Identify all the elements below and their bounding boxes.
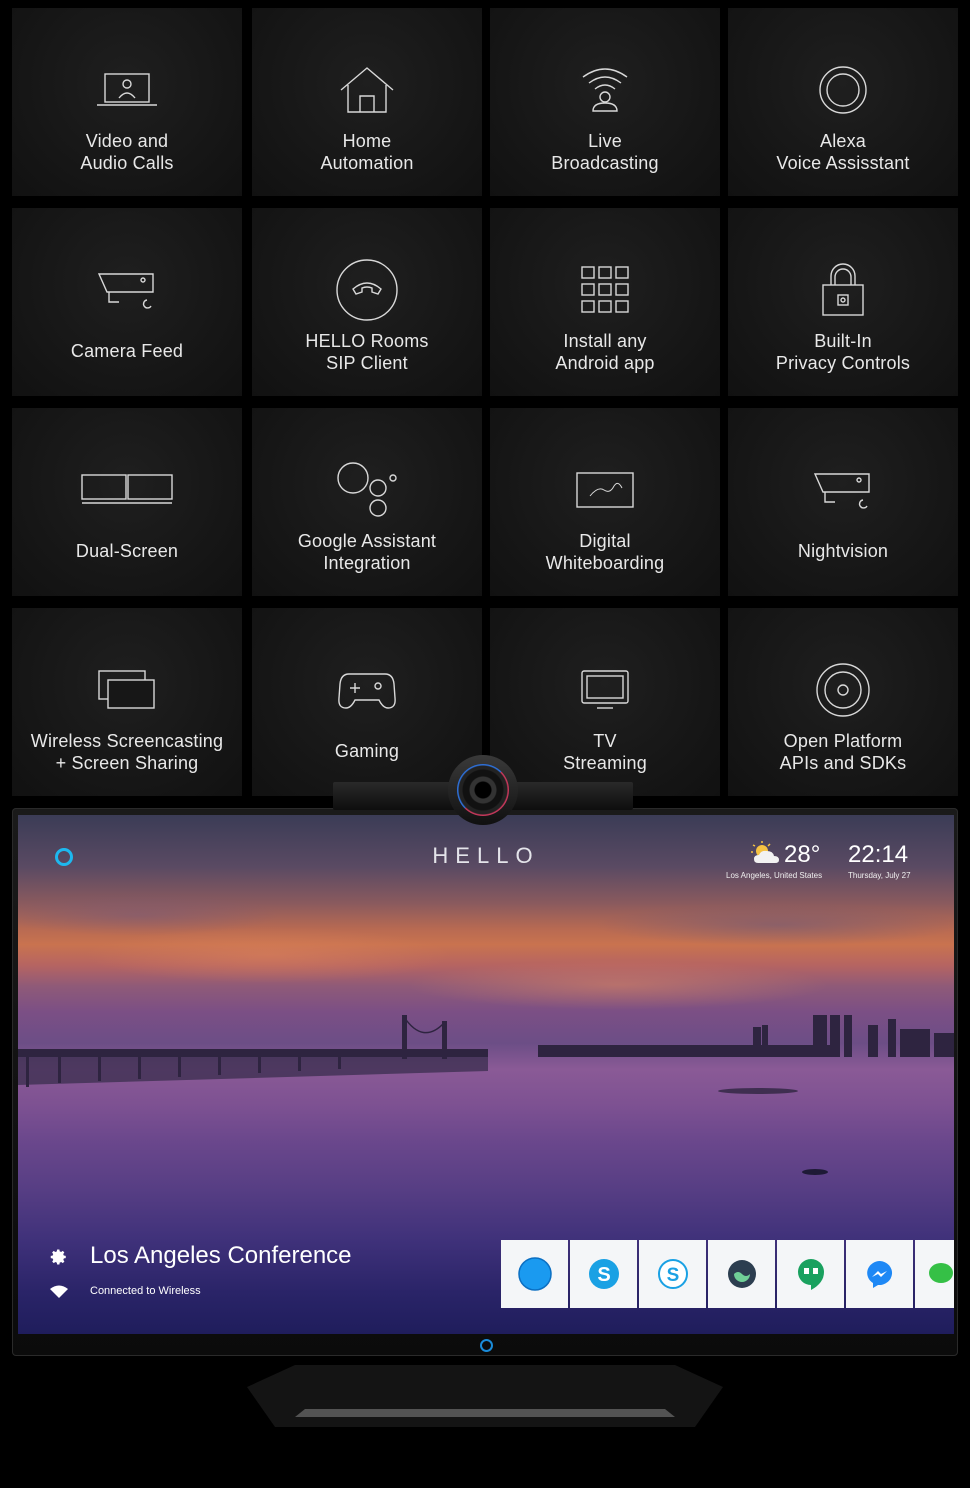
tv-icon xyxy=(565,658,645,722)
feature-tile-nightvision[interactable]: Nightvision xyxy=(728,408,958,596)
hangouts-app-icon[interactable] xyxy=(777,1240,844,1308)
feature-tile-google-assistant[interactable]: Google Assistant Integration xyxy=(252,408,482,596)
phone-circle-icon xyxy=(327,258,407,322)
sky-clouds xyxy=(18,875,954,1035)
laptop-user-icon xyxy=(87,58,167,122)
city-skyline xyxy=(18,1015,954,1094)
stacked-screens-icon xyxy=(87,658,167,722)
feature-label-line: Nightvision xyxy=(797,541,889,561)
feature-label-line: + Screen Sharing xyxy=(55,753,199,773)
feature-label-line: Android app xyxy=(555,353,655,373)
night-camera-icon xyxy=(803,458,883,522)
feature-tile-alexa-voice[interactable]: Alexa Voice Assisstant xyxy=(728,8,958,196)
broadcast-person-icon xyxy=(565,58,645,122)
feature-label-line: SIP Client xyxy=(326,353,408,373)
whiteboard-icon xyxy=(565,458,645,522)
svg-text:S: S xyxy=(666,1265,679,1286)
feature-tile-tv-streaming[interactable]: TV Streaming xyxy=(490,608,720,796)
feature-tile-open-platform[interactable]: Open Platform APIs and SDKs xyxy=(728,608,958,796)
feature-tile-live-broadcasting[interactable]: Live Broadcasting xyxy=(490,8,720,196)
feature-label-line: Digital xyxy=(579,531,631,551)
camera-lens-icon xyxy=(451,758,515,822)
gamepad-icon xyxy=(327,658,407,722)
features-grid: Video and Audio Calls Home Automation Live… xyxy=(0,0,970,800)
feature-label-line: HELLO Rooms xyxy=(305,331,429,351)
feature-label-line: Broadcasting xyxy=(551,153,659,173)
feature-label-line: Built-In xyxy=(814,331,872,351)
clock-widget: 22:14 Thursday, July 27 xyxy=(848,841,911,880)
skype-business-app-icon[interactable]: S xyxy=(639,1240,706,1308)
feature-tile-gaming[interactable]: Gaming xyxy=(252,608,482,796)
alexa-app-icon[interactable] xyxy=(501,1240,568,1308)
feature-label-line: Wireless Screencasting xyxy=(30,731,224,751)
alexa-ring-icon xyxy=(803,58,883,122)
feature-label-line: Gaming xyxy=(334,741,400,761)
feature-tile-wireless-screencasting[interactable]: Wireless Screencasting + Screen Sharing xyxy=(12,608,242,796)
messenger-app-icon[interactable] xyxy=(846,1240,913,1308)
feature-label-line: APIs and SDKs xyxy=(779,753,907,773)
tv-screen: HELLO 28° Los Angeles, United States 22:… xyxy=(18,815,954,1334)
feature-label-line: Install any xyxy=(563,331,647,351)
skype-app-icon[interactable]: S xyxy=(570,1240,637,1308)
feature-label-line: Dual-Screen xyxy=(75,541,179,561)
clock-time: 22:14 xyxy=(848,841,909,868)
connection-status: Connected to Wireless xyxy=(90,1285,201,1297)
wechat-app-icon[interactable] xyxy=(915,1240,954,1308)
security-camera-icon xyxy=(87,258,167,322)
feature-tile-privacy-controls[interactable]: Built-In Privacy Controls xyxy=(728,208,958,396)
feature-tile-hello-rooms-sip[interactable]: HELLO Rooms SIP Client xyxy=(252,208,482,396)
disc-target-icon xyxy=(803,658,883,722)
feature-label-line: Whiteboarding xyxy=(545,553,665,573)
tv-stand xyxy=(247,1365,723,1427)
temperature: 28° xyxy=(784,841,821,868)
padlock-icon xyxy=(803,258,883,322)
feature-label-line: Alexa xyxy=(819,131,867,151)
two-monitors-icon xyxy=(81,458,173,522)
settings-gear-icon[interactable] xyxy=(50,1248,68,1266)
house-icon xyxy=(327,58,407,122)
feature-label-line: Video and xyxy=(85,131,169,151)
feature-tile-dual-screen[interactable]: Dual-Screen xyxy=(12,408,242,596)
app-grid-icon xyxy=(565,258,645,322)
feature-label-line: Google Assistant xyxy=(297,531,437,551)
app-shield-icon[interactable] xyxy=(708,1240,775,1308)
feature-label-line: Privacy Controls xyxy=(775,353,911,373)
feature-label-line: Home xyxy=(342,131,392,151)
svg-text:S: S xyxy=(597,1264,610,1286)
feature-tile-install-android[interactable]: Install any Android app xyxy=(490,208,720,396)
clock-date: Thursday, July 27 xyxy=(848,871,911,880)
feature-tile-digital-whiteboarding[interactable]: Digital Whiteboarding xyxy=(490,408,720,596)
app-dock: S S xyxy=(501,1240,954,1308)
partly-sunny-icon xyxy=(751,841,779,863)
feature-label-line: Camera Feed xyxy=(70,341,184,361)
feature-label-line: Streaming xyxy=(563,753,647,773)
room-name: Los Angeles Conference xyxy=(90,1242,352,1269)
feature-label-line: Automation xyxy=(320,153,414,173)
weather-location: Los Angeles, United States xyxy=(726,871,823,880)
feature-tile-home-automation[interactable]: Home Automation xyxy=(252,8,482,196)
boat xyxy=(802,1169,828,1175)
feature-label-line: Audio Calls xyxy=(80,153,174,173)
feature-label-line: Live xyxy=(588,131,622,151)
feature-label-line: TV xyxy=(593,731,617,751)
feature-tile-video-audio-calls[interactable]: Video and Audio Calls xyxy=(12,8,242,196)
google-assistant-dots-icon xyxy=(327,458,407,522)
feature-tile-camera-feed[interactable]: Camera Feed xyxy=(12,208,242,396)
tv-power-led xyxy=(480,1339,493,1352)
wifi-icon xyxy=(50,1285,68,1298)
feature-label-line: Integration xyxy=(323,553,411,573)
feature-label-line: Open Platform xyxy=(783,731,903,751)
feature-label-line: Voice Assisstant xyxy=(776,153,910,173)
